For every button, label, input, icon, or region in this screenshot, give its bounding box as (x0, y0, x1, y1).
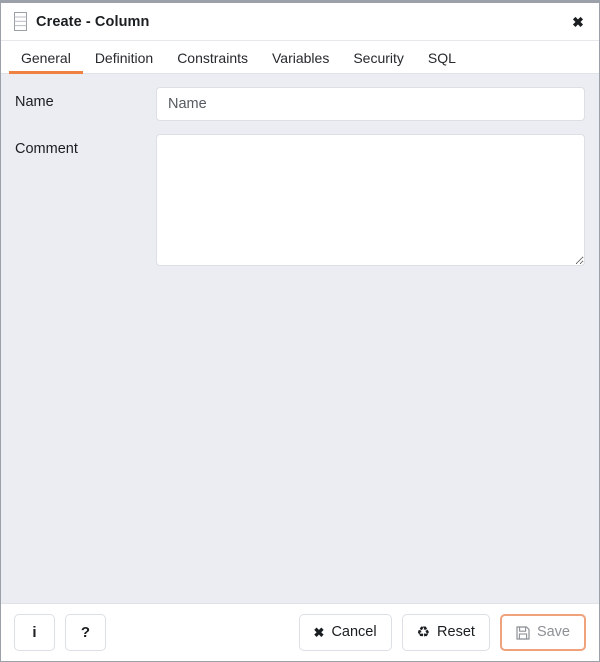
reset-button[interactable]: ♻ Reset (401, 614, 490, 651)
tab-bar: General Definition Constraints Variables… (1, 41, 599, 74)
save-button[interactable]: Save (499, 614, 586, 651)
info-button[interactable]: i (14, 614, 55, 651)
tab-definition[interactable]: Definition (83, 51, 165, 73)
dialog-footer: i ? ✖ Cancel ♻ Reset Save (1, 603, 599, 661)
tab-security[interactable]: Security (341, 51, 416, 73)
form-row-comment: Comment (15, 134, 585, 266)
cancel-button[interactable]: ✖ Cancel (298, 614, 392, 651)
reset-button-label: Reset (437, 624, 475, 641)
recycle-icon: ♻ (416, 624, 431, 641)
create-column-dialog: Create - Column ✖ General Definition Con… (0, 0, 600, 662)
footer-right-group: ✖ Cancel ♻ Reset Save (298, 614, 586, 651)
name-label: Name (15, 94, 54, 110)
tab-general[interactable]: General (9, 51, 83, 74)
comment-label: Comment (15, 141, 78, 157)
tab-variables[interactable]: Variables (260, 51, 341, 73)
form-row-name: Name (15, 87, 585, 121)
close-icon[interactable]: ✖ (568, 12, 588, 32)
close-x-icon: ✖ (313, 625, 325, 640)
dialog-titlebar: Create - Column ✖ (1, 3, 599, 41)
cancel-button-label: Cancel (331, 624, 377, 641)
dialog-title: Create - Column (36, 13, 150, 30)
column-icon (14, 12, 27, 31)
tab-constraints[interactable]: Constraints (165, 51, 260, 73)
save-button-label: Save (536, 624, 570, 641)
help-button[interactable]: ? (65, 614, 106, 651)
name-input[interactable] (156, 87, 585, 121)
footer-left-group: i ? (14, 614, 106, 651)
comment-textarea[interactable] (156, 134, 585, 266)
save-floppy-icon (516, 625, 530, 640)
tab-sql[interactable]: SQL (416, 51, 468, 73)
general-tab-panel: Name Comment (1, 74, 599, 603)
